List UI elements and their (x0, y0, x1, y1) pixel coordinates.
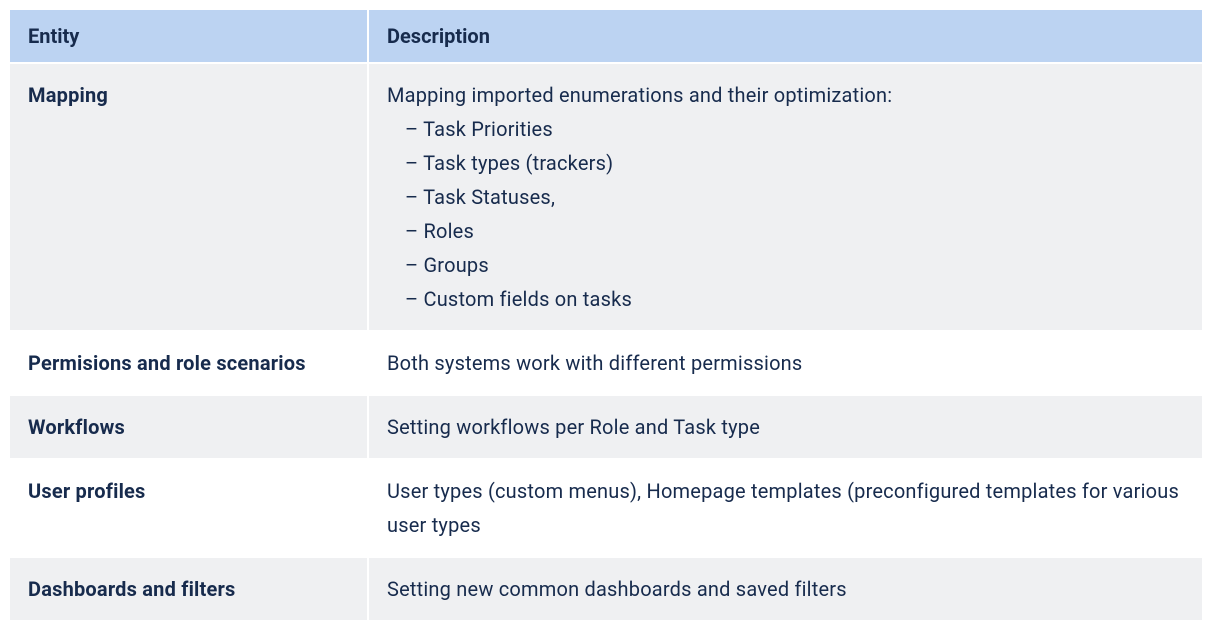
table-row: Dashboards and filters Setting new common… (10, 558, 1202, 620)
description-bullet: – Custom fields on tasks (387, 282, 1184, 316)
entity-cell: Mapping (10, 64, 367, 330)
description-intro: Both systems work with different permiss… (387, 346, 1184, 380)
description-bullet: – Roles (387, 214, 1184, 248)
entity-cell: Permisions and role scenarios (10, 332, 367, 394)
table-row: Permisions and role scenarios Both system… (10, 332, 1202, 394)
entity-cell: User profiles (10, 460, 367, 556)
header-entity: Entity (10, 10, 367, 62)
description-bullet: – Groups (387, 248, 1184, 282)
entity-cell: Dashboards and filters (10, 558, 367, 620)
description-cell: Both systems work with different permiss… (369, 332, 1202, 394)
description-cell: Mapping imported enumerations and their … (369, 64, 1202, 330)
table-row: Workflows Setting workflows per Role and … (10, 396, 1202, 458)
description-intro: User types (custom menus), Homepage temp… (387, 474, 1184, 542)
table-row: User profiles User types (custom menus), … (10, 460, 1202, 556)
description-bullet: – Task Statuses, (387, 180, 1184, 214)
header-description: Description (369, 10, 1202, 62)
description-intro: Mapping imported enumerations and their … (387, 78, 1184, 112)
description-cell: Setting workflows per Role and Task type (369, 396, 1202, 458)
description-intro: Setting new common dashboards and saved … (387, 572, 1184, 606)
description-cell: Setting new common dashboards and saved … (369, 558, 1202, 620)
entity-cell: Workflows (10, 396, 367, 458)
description-intro: Setting workflows per Role and Task type (387, 410, 1184, 444)
description-bullet: – Task Priorities (387, 112, 1184, 146)
description-cell: User types (custom menus), Homepage temp… (369, 460, 1202, 556)
table-row: Mapping Mapping imported enumerations and… (10, 64, 1202, 330)
description-bullet: – Task types (trackers) (387, 146, 1184, 180)
entity-description-table: Entity Description Mapping Mapping import… (8, 8, 1204, 622)
